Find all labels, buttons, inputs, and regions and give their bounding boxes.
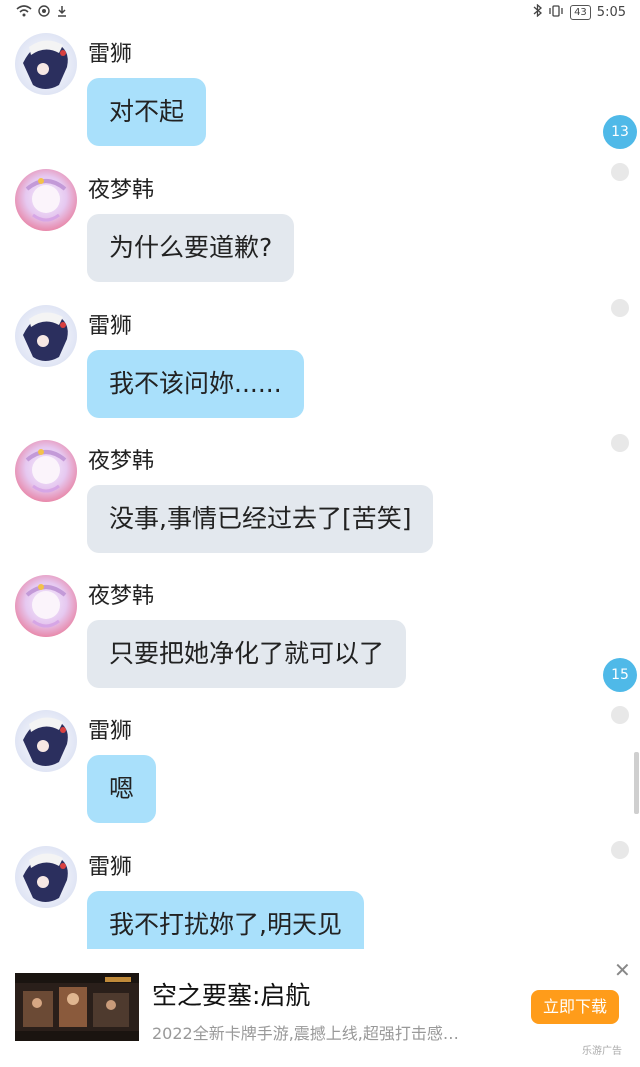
message-bubble[interactable]: 没事,事情已经过去了[苦笑] <box>87 485 434 553</box>
avatar-yemenghan[interactable] <box>15 440 77 502</box>
ad-source-label: 乐游广告 <box>582 1046 622 1057</box>
wifi-icon <box>16 5 32 21</box>
avatar-yemenghan[interactable] <box>15 169 77 231</box>
unread-count-badge[interactable]: 15 <box>603 658 637 692</box>
battery-indicator: 43 <box>570 5 591 20</box>
scrollbar[interactable] <box>634 752 639 814</box>
vibrate-icon <box>548 4 564 21</box>
download-button[interactable]: 立即下载 <box>531 990 619 1024</box>
message-bubble[interactable]: 我不打扰妳了,明天见 <box>87 891 364 949</box>
download-icon <box>56 5 68 21</box>
status-dot <box>611 299 629 317</box>
message-bubble[interactable]: 对不起 <box>87 78 207 146</box>
ad-title[interactable]: 空之要塞:启航 <box>152 976 310 1012</box>
app-status-icon <box>38 5 50 21</box>
avatar-yemenghan[interactable] <box>15 575 77 637</box>
ad-thumbnail[interactable] <box>15 973 139 1041</box>
sender-name: 夜梦韩 <box>88 449 155 474</box>
sender-name: 雷狮 <box>88 42 133 67</box>
sender-name: 雷狮 <box>88 855 133 880</box>
clock: 5:05 <box>596 5 626 20</box>
status-dot <box>611 434 629 452</box>
sender-name: 雷狮 <box>88 719 133 744</box>
ad-description: 2022全新卡牌手游,震撼上线,超强打击感… <box>152 1024 459 1043</box>
status-dot <box>611 706 629 724</box>
sender-name: 夜梦韩 <box>88 178 155 203</box>
status-bar: 43 5:05 <box>0 0 640 26</box>
message-bubble[interactable]: 为什么要道歉? <box>87 214 295 282</box>
avatar-leishi[interactable] <box>15 710 77 772</box>
bluetooth-icon <box>533 3 543 21</box>
status-dot <box>611 841 629 859</box>
message-bubble[interactable]: 嗯 <box>87 755 157 823</box>
message-bubble[interactable]: 我不该问妳...... <box>87 350 304 418</box>
sender-name: 夜梦韩 <box>88 584 155 609</box>
ad-banner[interactable]: 空之要塞:启航 2022全新卡牌手游,震撼上线,超强打击感… 立即下载 ✕ 乐游… <box>0 950 640 1067</box>
avatar-leishi[interactable] <box>15 846 77 908</box>
sender-name: 雷狮 <box>88 314 133 339</box>
avatar-leishi[interactable] <box>15 305 77 367</box>
message-bubble[interactable]: 只要把她净化了就可以了 <box>87 620 407 688</box>
status-dot <box>611 163 629 181</box>
close-icon[interactable]: ✕ <box>614 958 631 982</box>
avatar-leishi[interactable] <box>15 33 77 95</box>
unread-count-badge[interactable]: 13 <box>603 115 637 149</box>
